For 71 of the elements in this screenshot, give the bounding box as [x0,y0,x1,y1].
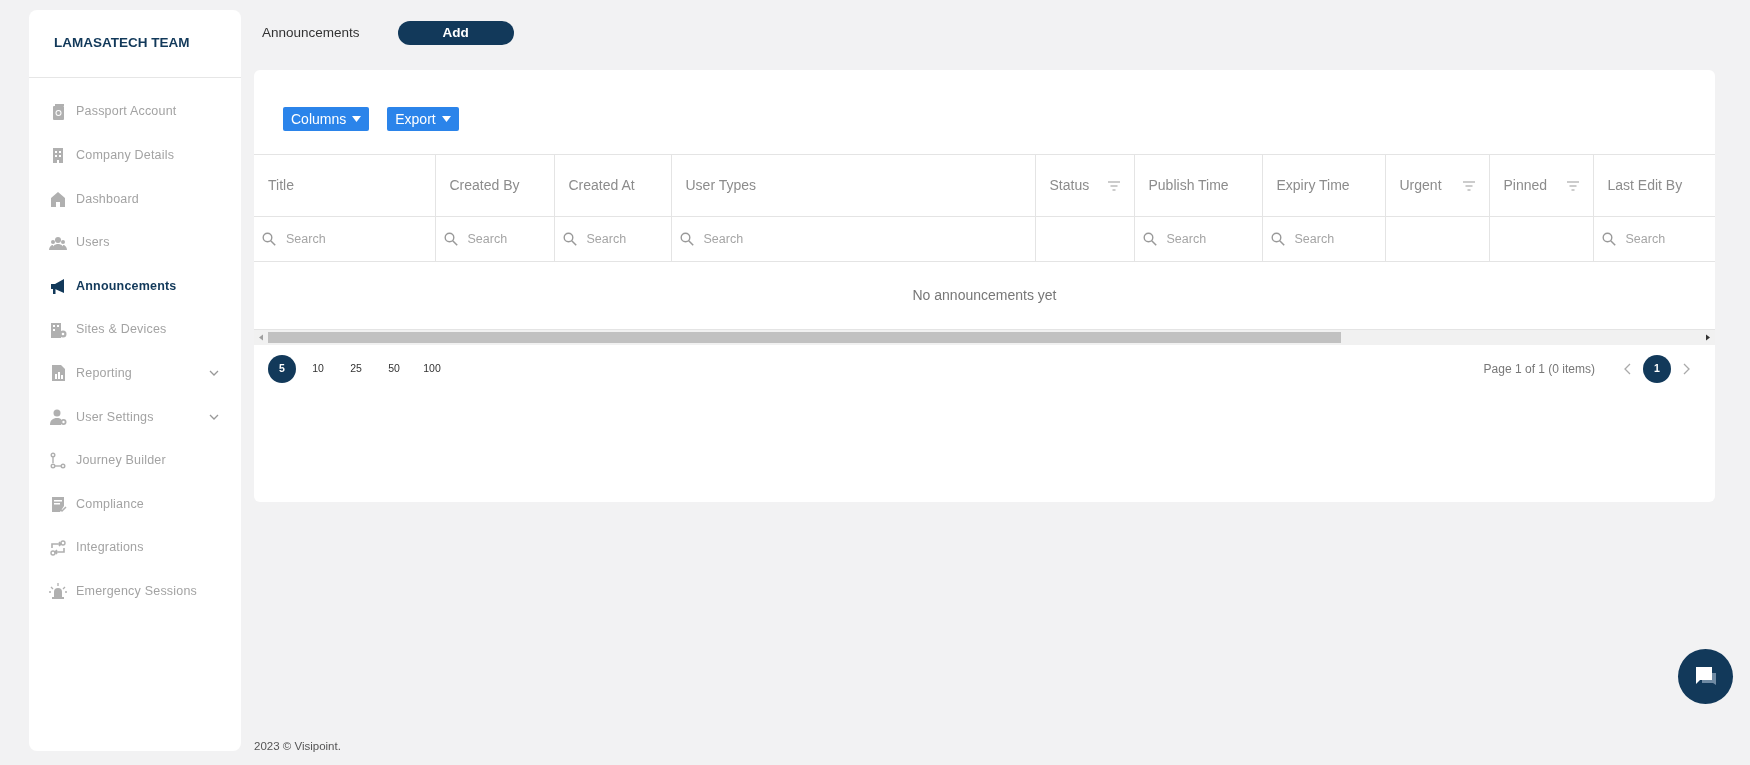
column-header[interactable]: User Types [671,154,1035,217]
page-size-option[interactable]: 10 [302,354,334,383]
dropdown-button[interactable]: Export [387,107,459,131]
page-number[interactable]: 1 [1643,354,1671,383]
sidebar-item[interactable]: Users [29,220,241,265]
sidebar-item[interactable]: Passport Account [29,90,241,134]
search-icon [443,232,458,246]
search-icon [1142,232,1157,246]
nodes-icon [49,451,67,470]
sidebar-item[interactable]: Reporting [29,351,241,396]
sidebar-item[interactable]: Sites & Devices [29,307,241,352]
page-size-option[interactable]: 100 [416,354,448,383]
caret-icon [352,116,362,122]
search-field[interactable]: Search [671,216,1035,262]
column-header[interactable]: Created By [435,154,554,217]
add-button[interactable]: Add [397,21,514,45]
empty-message: No announcements yet [254,261,1715,330]
search-input[interactable]: Search [586,229,663,249]
column-header[interactable]: Publish Time [1134,154,1262,217]
filter-icon[interactable] [1107,180,1120,191]
siren-icon [49,582,67,601]
report-icon [49,364,67,383]
chat-button[interactable] [1678,649,1733,704]
sidebar-item[interactable]: User Settings [29,395,241,439]
sidebar-item[interactable]: Announcements [29,264,241,308]
column-header[interactable]: Urgent [1385,154,1489,217]
column-header[interactable]: Pinned [1489,154,1593,217]
filter-icon[interactable] [1566,180,1579,191]
search-icon [1270,232,1285,246]
search-icon [262,232,276,246]
column-header[interactable]: Expiry Time [1262,154,1385,217]
search-icon [1601,232,1616,246]
arrows-icon [49,538,67,557]
copyright-text: 2023 © Visipoint. [254,739,341,752]
search-field[interactable]: Search [554,216,671,262]
search-field[interactable]: Search [435,216,554,262]
building-pin-icon [49,320,67,339]
sidebar-item[interactable]: Integrations [29,525,241,570]
home-icon [49,190,67,208]
search-input[interactable]: Search [1166,229,1254,249]
page-size-option[interactable]: 5 [268,354,296,383]
caret-icon [441,116,451,122]
search-icon [562,232,577,246]
page-size-option[interactable]: 25 [340,354,372,383]
column-header[interactable]: Last Edit By [1593,154,1715,217]
search-field[interactable]: Search [254,216,435,262]
search-input[interactable]: Search [286,229,427,249]
search-input[interactable]: Search [467,229,546,249]
team-name: LAMASATECH TEAM [54,34,190,53]
filter-icon[interactable] [1462,180,1475,191]
search-icon [679,232,694,246]
user-gear-icon [49,407,67,426]
search-input[interactable]: Search [1294,229,1377,249]
sidebar-item[interactable]: Dashboard [29,177,241,221]
sidebar-item[interactable]: Compliance [29,482,241,526]
page-summary: Page 1 of 1 (0 items) [1483,360,1595,378]
sidebar-item[interactable]: Company Details [29,133,241,178]
column-header[interactable]: Status [1035,154,1134,217]
search-field[interactable]: Search [1262,216,1385,262]
page-title: Announcements [262,23,360,42]
column-header[interactable]: Created At [554,154,671,217]
megaphone-icon [49,277,67,296]
search-input[interactable]: Search [1625,229,1707,249]
sidebar-item[interactable]: Emergency Sessions [29,569,241,614]
dropdown-button[interactable]: Columns [283,107,370,131]
search-input[interactable]: Search [703,229,1027,249]
page-size-option[interactable]: 50 [378,354,410,383]
sidebar-item[interactable]: Journey Builder [29,438,241,483]
column-header[interactable]: Title [254,154,435,217]
search-field[interactable]: Search [1134,216,1262,262]
checklist-icon [49,495,67,514]
